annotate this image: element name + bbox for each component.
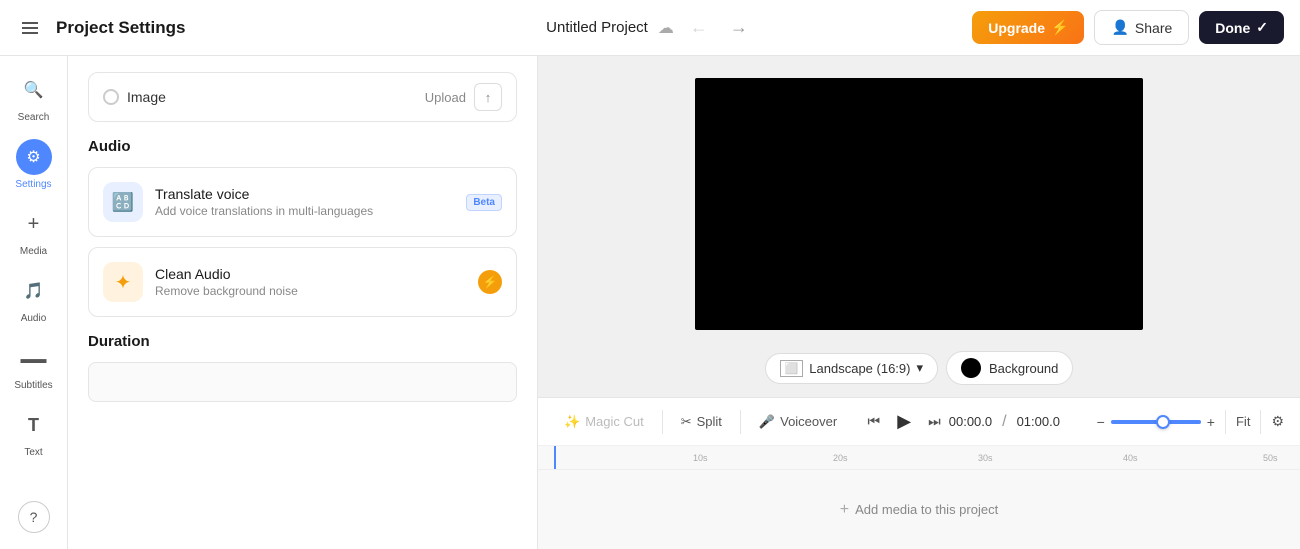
settings-panel: Image Upload ↑ Audio 🔠 Translate voice A… <box>68 56 538 549</box>
fit-button[interactable]: Fit <box>1236 414 1250 429</box>
add-media-label: Add media to this project <box>855 502 998 517</box>
hamburger-menu-button[interactable] <box>16 18 44 38</box>
text-icon: T <box>16 407 52 443</box>
upgrade-button[interactable]: Upgrade ⚡ <box>972 11 1084 44</box>
timeline-content: + Add media to this project <box>538 470 1300 549</box>
sidebar-item-text[interactable]: T Text <box>0 399 67 466</box>
voiceover-button[interactable]: 🎤 Voiceover <box>749 408 847 436</box>
ruler-10s: 10s <box>693 453 708 463</box>
ruler-30s: 30s <box>978 453 993 463</box>
subtitles-icon: ▬▬ <box>16 340 52 376</box>
landscape-icon: ⬜ <box>780 360 804 377</box>
timeline-area: ✨ Magic Cut ✂ Split 🎤 Voiceover ⏮ ▶ ⏭ <box>538 397 1300 549</box>
time-separator: / <box>1002 413 1006 431</box>
sidebar-item-audio[interactable]: 🎵 Audio <box>0 265 67 332</box>
undo-button[interactable]: ← <box>684 13 714 42</box>
sparkle-icon: ✦ <box>103 262 143 302</box>
ruler-50s: 50s <box>1263 453 1278 463</box>
video-canvas <box>695 78 1143 330</box>
toolbar-divider-2 <box>740 410 741 434</box>
preview-area: ⬜ Landscape (16:9) ▾ Background ✨ Magic … <box>538 56 1300 549</box>
zoom-out-button[interactable]: − <box>1097 414 1105 430</box>
audio-section-title: Audio <box>88 138 517 155</box>
sidebar-item-media[interactable]: + Media <box>0 198 67 265</box>
background-color-swatch <box>961 358 981 378</box>
playhead <box>554 446 556 469</box>
lightning-icon: ⚡ <box>1051 19 1068 36</box>
hamburger-icon <box>22 22 38 34</box>
zoom-divider <box>1225 410 1226 434</box>
question-icon: ? <box>30 509 38 525</box>
translate-voice-card[interactable]: 🔠 Translate voice Add voice translations… <box>88 167 517 237</box>
playback-controls: ⏮ ▶ ⏭ 00:00.0 / 01:00.0 <box>868 406 1060 438</box>
redo-button[interactable]: → <box>724 13 754 42</box>
lightning-small-icon: ⚡ <box>483 275 498 289</box>
magic-cut-button[interactable]: ✨ Magic Cut <box>554 408 654 436</box>
upload-arrow-button[interactable]: ↑ <box>474 83 502 111</box>
ruler-40s: 40s <box>1123 453 1138 463</box>
add-media-button[interactable]: + Add media to this project <box>840 501 998 519</box>
upload-text-button[interactable]: Upload <box>425 90 466 105</box>
magic-cut-icon: ✨ <box>564 414 580 430</box>
sidebar-item-settings[interactable]: ⚙ Settings <box>0 131 67 198</box>
help-button[interactable]: ? <box>18 501 50 533</box>
settings-panel-breadcrumb: Project Settings <box>56 18 185 38</box>
timeline-settings-button[interactable]: ⚙ <box>1271 413 1284 430</box>
skip-forward-button[interactable]: ⏭ <box>928 413 941 430</box>
cloud-icon: ☁ <box>658 18 674 38</box>
share-person-icon: 👤 <box>1111 19 1128 36</box>
toolbar-divider-1 <box>662 410 663 434</box>
share-label: Share <box>1135 20 1172 36</box>
total-time: 01:00.0 <box>1017 414 1060 429</box>
mic-icon: 🎤 <box>759 414 775 430</box>
sidebar-item-search[interactable]: 🔍 Search <box>0 64 67 131</box>
translate-icon: 🔠 <box>103 182 143 222</box>
chevron-down-icon: ▾ <box>916 360 923 376</box>
landscape-button[interactable]: ⬜ Landscape (16:9) ▾ <box>765 353 938 384</box>
image-radio[interactable] <box>103 89 119 105</box>
search-icon: 🔍 <box>16 72 52 108</box>
upload-arrow-icon: ↑ <box>485 90 492 105</box>
done-button[interactable]: Done ✓ <box>1199 11 1284 44</box>
zoom-slider[interactable] <box>1111 420 1201 424</box>
done-label: Done <box>1215 20 1250 36</box>
upgrade-badge: ⚡ <box>478 270 502 294</box>
settings-icon: ⚙ <box>16 139 52 175</box>
skip-back-button[interactable]: ⏮ <box>868 413 881 430</box>
preview-controls: ⬜ Landscape (16:9) ▾ Background <box>538 351 1300 397</box>
icon-sidebar: 🔍 Search ⚙ Settings + Media 🎵 Audio ▬▬ S… <box>0 56 68 549</box>
audio-icon: 🎵 <box>16 273 52 309</box>
plus-icon: + <box>16 206 52 242</box>
background-label: Background <box>989 361 1058 376</box>
clean-audio-card[interactable]: ✦ Clean Audio Remove background noise ⚡ <box>88 247 517 317</box>
timeline-toolbar: ✨ Magic Cut ✂ Split 🎤 Voiceover ⏮ ▶ ⏭ <box>538 398 1300 446</box>
upgrade-label: Upgrade <box>988 20 1045 36</box>
timeline-ruler: 10s 20s 30s 40s 50s 1m <box>538 446 1300 470</box>
share-button[interactable]: 👤 Share <box>1094 10 1189 45</box>
canvas-area <box>538 56 1300 351</box>
project-title: Untitled Project <box>546 19 648 36</box>
sidebar-item-subtitles[interactable]: ▬▬ Subtitles <box>0 332 67 399</box>
image-option-row[interactable]: Image Upload ↑ <box>88 72 517 122</box>
zoom-controls: − + Fit ⚙ <box>1097 410 1284 434</box>
current-time: 00:00.0 <box>949 414 992 429</box>
duration-input[interactable] <box>88 362 517 402</box>
split-icon: ✂ <box>681 414 692 430</box>
duration-section-title: Duration <box>88 333 517 350</box>
checkmark-icon: ✓ <box>1256 19 1268 36</box>
play-button[interactable]: ▶ <box>888 406 920 438</box>
background-button[interactable]: Background <box>946 351 1073 385</box>
ruler-20s: 20s <box>833 453 848 463</box>
settings-divider <box>1260 410 1261 434</box>
landscape-label: Landscape (16:9) <box>809 361 910 376</box>
split-button[interactable]: ✂ Split <box>671 408 732 436</box>
add-media-plus-icon: + <box>840 501 849 519</box>
zoom-in-button[interactable]: + <box>1207 414 1215 430</box>
